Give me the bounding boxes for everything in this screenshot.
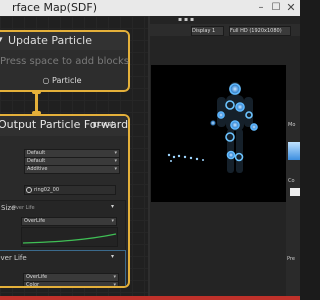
output-title-text: Output Particle	[0, 118, 81, 131]
cull-mode-value: Default	[27, 158, 46, 164]
block-collapse-icon[interactable]: ▾	[111, 253, 114, 260]
color-channel-dropdown[interactable]: Color ▾	[23, 281, 119, 288]
game-viewport[interactable]	[151, 65, 286, 202]
color-over-life-block[interactable]: Over Life ▾ OverLife ▾ Color ▾	[0, 250, 126, 288]
inspector-panel	[286, 100, 300, 300]
ztest-dropdown[interactable]: Additive ▾	[24, 165, 120, 174]
sparkle-dots	[167, 153, 204, 162]
display-dropdown[interactable]: Display 1	[191, 26, 224, 36]
texture-picker-icon[interactable]	[26, 187, 32, 193]
window-title: rface Map(SDF)	[12, 1, 98, 14]
size-curve-line	[22, 233, 117, 244]
dropdown-caret-icon: ▾	[113, 282, 116, 288]
dropdown-caret-icon: ▾	[111, 218, 114, 224]
size-curve-graph	[22, 233, 117, 244]
color-channel-value: Color	[26, 282, 40, 288]
size-mode-dropdown[interactable]: OverLife ▾	[21, 217, 117, 226]
size-mode-value: OverLife	[24, 218, 46, 224]
dropdown-caret-icon: ▾	[114, 158, 117, 164]
inspector-label-co: Co	[288, 178, 295, 184]
add-block-hint[interactable]: Press space to add blocks	[0, 56, 129, 70]
output-particle-header[interactable]: Output Particle Forward Decal ◧ Local	[0, 116, 128, 136]
context-chevron-icon: ▾	[0, 35, 3, 45]
vfx-character-render	[167, 82, 258, 173]
size-block-sublabel: Over Life	[12, 205, 35, 211]
output-particle-context[interactable]: Output Particle Forward Decal ◧ Local De…	[0, 114, 130, 288]
port-label: Particle	[51, 76, 82, 85]
inspector-label-pre: Pre	[287, 256, 295, 262]
size-over-life-block[interactable]: Size Over Life ▾ OverLife ▾	[0, 200, 126, 252]
maximize-icon[interactable]: ☐	[270, 0, 282, 16]
block-collapse-icon[interactable]: ▾	[111, 203, 114, 210]
color-swatch[interactable]	[288, 142, 300, 160]
view-tab-strip[interactable]: ▪ ▪ ▪	[178, 16, 194, 23]
color-block-title: Over Life	[0, 254, 27, 262]
update-particle-context[interactable]: ▾ Update Particle Press space to add blo…	[0, 30, 130, 92]
update-particle-title: Update Particle	[8, 34, 92, 47]
close-icon[interactable]: ✕	[284, 0, 298, 16]
texture-name: ring02_00	[34, 187, 60, 193]
space-local-label[interactable]: Local	[98, 121, 114, 128]
blend-mode-value: Default	[27, 150, 46, 156]
inspector-label-mo: Mo	[288, 122, 296, 128]
particle-output-port[interactable]: ○ Particle	[0, 76, 128, 90]
minimize-icon[interactable]: –	[255, 0, 267, 16]
dropdown-caret-icon: ▾	[114, 150, 117, 156]
port-icon: ○	[42, 76, 52, 85]
dropdown-caret-icon: ▾	[114, 166, 117, 172]
size-curve-field[interactable]	[21, 227, 118, 247]
bottom-accent-bar	[0, 296, 300, 300]
color-mode-value: OverLife	[26, 274, 48, 280]
vfx-graph-canvas[interactable]: ▾ Update Particle Press space to add blo…	[0, 16, 148, 300]
resolution-dropdown[interactable]: Full HD (1920x1080)	[229, 26, 291, 36]
ztest-value: Additive	[27, 166, 48, 172]
color-swatch-secondary[interactable]	[290, 188, 300, 196]
flow-connector	[35, 93, 38, 113]
dropdown-caret-icon: ▾	[113, 274, 116, 280]
update-particle-header[interactable]: ▾ Update Particle	[0, 32, 128, 50]
